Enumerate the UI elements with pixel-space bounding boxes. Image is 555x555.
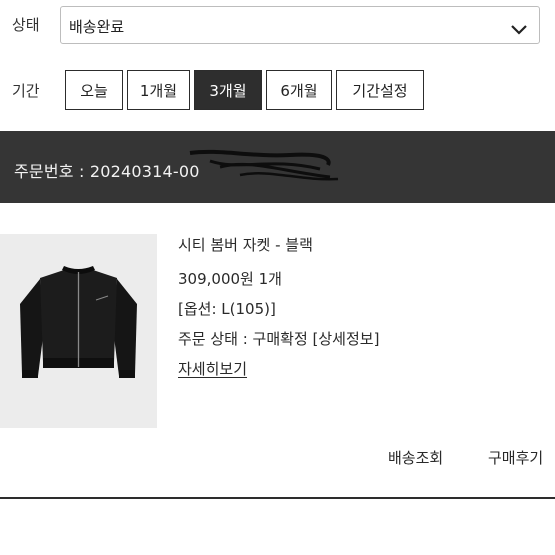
period-6month-button[interactable]: 6개월 <box>266 70 332 110</box>
period-3month-button[interactable]: 3개월 <box>194 70 262 110</box>
period-1month-button[interactable]: 1개월 <box>127 70 190 110</box>
bomber-jacket-image <box>20 266 137 378</box>
period-today-button[interactable]: 오늘 <box>65 70 123 110</box>
period-label: 기간 <box>12 82 40 100</box>
divider <box>0 497 555 499</box>
redaction-scribble <box>189 149 339 181</box>
product-thumbnail[interactable] <box>0 234 157 428</box>
order-number: 주문번호 : 20240314-00 <box>14 162 200 181</box>
write-review-button[interactable]: 구매후기 <box>488 447 543 468</box>
chevron-down-icon <box>511 20 527 39</box>
period-custom-button[interactable]: 기간설정 <box>336 70 424 110</box>
order-status: 주문 상태 : 구매확정 [상세정보] <box>178 330 380 348</box>
product-option: [옵션: L(105)] <box>178 300 276 318</box>
status-select-value: 배송완료 <box>69 18 125 36</box>
status-label: 상태 <box>12 16 40 34</box>
order-header: 주문번호 : 20240314-00 <box>0 131 555 203</box>
track-delivery-button[interactable]: 배송조회 <box>388 447 443 468</box>
product-price-quantity: 309,000원 1개 <box>178 270 282 288</box>
view-details-link[interactable]: 자세히보기 <box>178 358 247 379</box>
status-select[interactable]: 배송완료 <box>60 6 540 44</box>
product-name[interactable]: 시티 봄버 자켓 - 블랙 <box>178 234 313 255</box>
